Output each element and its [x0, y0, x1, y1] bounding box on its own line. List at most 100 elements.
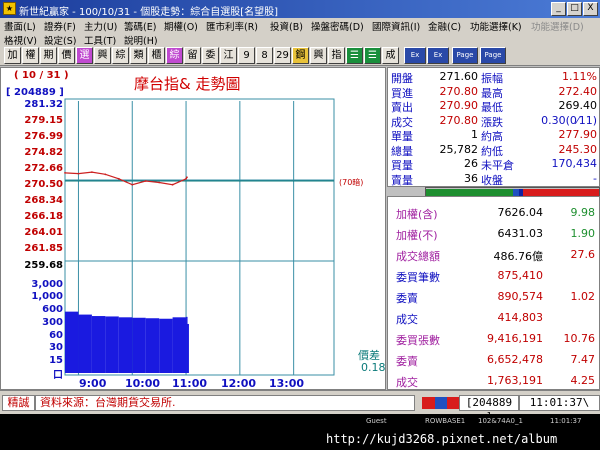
minimize-button[interactable]: _ [551, 2, 566, 16]
price-point [77, 172, 80, 175]
menu-screen[interactable]: 畫面(L) [4, 19, 36, 33]
time-tick-label: 12:00 [221, 377, 257, 390]
toolbar-button-13[interactable]: 江 [220, 47, 237, 64]
quote-value: 25,782 [439, 142, 479, 156]
price-series-line [64, 171, 188, 186]
volume-bar [91, 316, 106, 373]
stats-label: 委賣 [396, 355, 418, 368]
menu-main-force[interactable]: 主力(U) [84, 19, 117, 33]
stats-row: 委賣 890,574 1.02 [388, 287, 600, 308]
excel-export-alt-icon[interactable]: Ex [427, 47, 449, 64]
stats-row: 委買筆數 875,410 [388, 266, 600, 287]
menu-function-select[interactable]: 功能選擇(K) [470, 19, 522, 33]
stats-percent: 10.76 [563, 332, 596, 345]
grid-icon[interactable]: ☰ [346, 47, 363, 64]
volume-bar [186, 323, 189, 373]
quote-value: 36 [464, 171, 478, 185]
close-button[interactable]: X [583, 2, 598, 16]
menu-options[interactable]: 期權(O) [164, 19, 198, 33]
toolbar-button-3[interactable]: 期 [40, 47, 57, 64]
menu-trading-code[interactable]: 操盤密碼(D) [311, 19, 364, 33]
toolbar-button-2[interactable]: 權 [22, 47, 39, 64]
toolbar-button-16[interactable]: 29 [274, 47, 291, 64]
table-icon[interactable]: ☰ [364, 47, 381, 64]
status-bar: 精誠 資料來源：台灣期貨交易所. [204889 ] 11:01:37\ [0, 390, 600, 423]
status-color-indicator [422, 397, 459, 409]
volume-bar [172, 317, 187, 373]
toolbar-button-7[interactable]: 綜 [112, 47, 129, 64]
price-tick-label: 266.18 [24, 211, 63, 222]
volume-bar [105, 316, 119, 373]
stats-percent: 27.6 [570, 248, 596, 261]
stats-row: 成交 1,763,191 4.25 [388, 371, 600, 392]
menu-chips[interactable]: 籌碼(E) [124, 19, 156, 33]
time-tick-label: 10:00 [125, 377, 161, 390]
price-point [158, 181, 161, 184]
stats-value: 414,803 [497, 311, 544, 324]
menu-investment[interactable]: 投資(B) [270, 19, 303, 33]
quote-label-2: 收盤 [481, 173, 503, 187]
toolbar-button-9[interactable]: 櫃 [148, 47, 165, 64]
toolbar-button-5[interactable]: 選 [76, 47, 93, 64]
price-tick-label: 279.15 [24, 115, 63, 126]
quote-panel: 開盤 271.60 振幅 1.11% 買進 270.80 最高 272.40 賣出 270.90 最… [387, 67, 600, 187]
quote-value: 271.60 [439, 70, 479, 83]
toolbar-button-18[interactable]: 興 [310, 47, 327, 64]
menu-securities[interactable]: 證券(F) [44, 19, 76, 33]
volume-bar [65, 311, 79, 373]
volume-tick-label: 3,000 [31, 279, 63, 290]
volume-bar [78, 314, 92, 373]
toolbar-button-11[interactable]: 留 [184, 47, 201, 64]
volume-bar [145, 318, 160, 373]
price-point [91, 171, 93, 174]
stats-value: 9,416,191 [487, 332, 543, 345]
toolbar-button-10[interactable]: 綜 [166, 47, 183, 64]
toolbar-button-17[interactable]: 鋼 [292, 47, 309, 64]
volume-tick-label: 15 [49, 355, 63, 366]
toolbar-button-1[interactable]: 加 [4, 47, 21, 64]
menu-finance[interactable]: 金融(C) [428, 19, 461, 33]
quote-value-2: - [593, 171, 597, 185]
quote-value-2: 277.90 [558, 128, 598, 141]
excel-export-icon[interactable]: Ex [404, 47, 426, 64]
page-up-icon[interactable]: Page [452, 47, 478, 64]
price-point [186, 176, 188, 179]
stats-label: 成交 [396, 376, 418, 389]
toolbar-button-6[interactable]: 興 [94, 47, 111, 64]
quote-value-2: 272.40 [558, 84, 598, 98]
stats-value: 486.76億 [493, 250, 544, 263]
app-logo-icon[interactable]: ★ [3, 2, 16, 15]
quote-value-2: 245.30 [558, 142, 598, 156]
quote-value: 26 [464, 157, 478, 170]
stats-percent: 1.02 [570, 290, 596, 303]
stats-row: 加權(不) 6431.03 1.90 [388, 224, 600, 245]
toolbar-button-14[interactable]: 9 [238, 47, 255, 64]
toolbar-button-8[interactable]: 類 [130, 47, 147, 64]
taskbar-item-time: 11:01:37 [550, 417, 582, 425]
stats-percent: 4.25 [570, 374, 596, 387]
intraday-chart-panel[interactable]: ( 10 / 31 ) 摩台指& 走勢圖 [ 204889 ] 281.32 27… [0, 67, 386, 390]
menu-fx-rates[interactable]: 匯市利率(R) [206, 19, 258, 33]
stats-label: 委買張數 [396, 334, 440, 347]
stats-percent: 1.90 [570, 227, 596, 240]
taskbar: Guest ROWBASE1 102&74A0_1 11:01:37 http:… [0, 414, 600, 450]
toolbar-button-12[interactable]: 委 [202, 47, 219, 64]
toolbar-button-15[interactable]: 8 [256, 47, 273, 64]
stats-label: 加權(不) [396, 229, 438, 242]
quote-label: 賣量 [391, 173, 413, 187]
quote-row: 總量 25,782 約低 245.30 [388, 143, 600, 158]
quote-row: 買進 270.80 最高 272.40 [388, 85, 600, 100]
toolbar-button-4[interactable]: 價 [58, 47, 75, 64]
stats-row: 成交 414,803 [388, 308, 600, 329]
toolbar-button-22[interactable]: 成 [382, 47, 399, 64]
price-tick-label: 276.99 [24, 131, 63, 142]
toolbar-button-19[interactable]: 指 [328, 47, 345, 64]
maximize-button[interactable]: □ [567, 2, 582, 16]
menu-international[interactable]: 國際資訊(I) [372, 19, 420, 33]
price-tick-label: 274.82 [24, 147, 63, 158]
stats-value: 6431.03 [497, 227, 544, 240]
menu-bar-secondary: 格視(V) 設定(S) 工具(T) 說明(H) [0, 32, 600, 47]
quote-row: 成交 270.80 漲跌 0.30(0⁄11) [388, 114, 600, 129]
page-down-icon[interactable]: Page [480, 47, 506, 64]
volume-tick-label: 60 [49, 330, 63, 341]
